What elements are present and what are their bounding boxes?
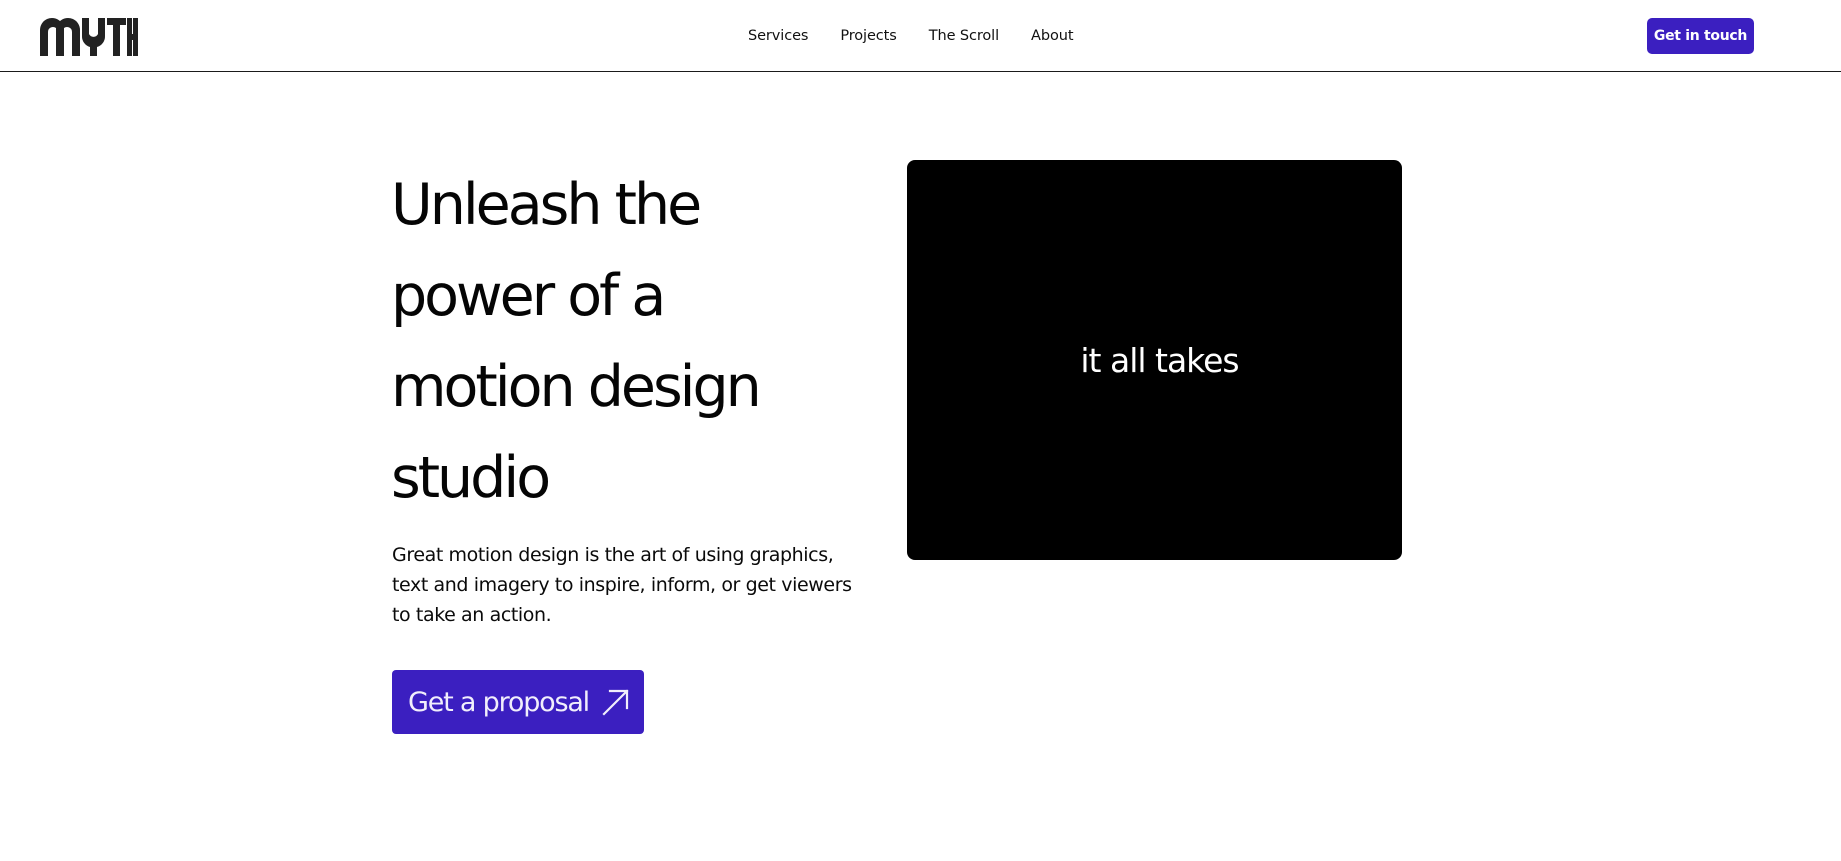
get-in-touch-button[interactable]: Get in touch [1647, 18, 1754, 54]
get-a-proposal-button[interactable]: Get a proposal [392, 670, 644, 734]
nav-item-services[interactable]: Services [748, 28, 808, 44]
hero-description: Great motion design is the art of using … [392, 544, 852, 626]
logo-icon [40, 17, 138, 56]
page: Services Projects The Scroll About Get i… [0, 0, 1841, 861]
main-nav: Services Projects The Scroll About [748, 25, 1074, 47]
hero-title-line: power of a [391, 263, 666, 329]
hero-title-line: motion design [391, 354, 762, 420]
arrow-up-right-icon [602, 689, 629, 716]
nav-item-about[interactable]: About [1031, 28, 1073, 44]
hero-title-line: Unleash the [391, 172, 702, 238]
get-a-proposal-label: Get a proposal [408, 686, 590, 718]
hero-title: Unleash the power of a motion design stu… [391, 160, 861, 524]
logo[interactable] [40, 16, 138, 56]
nav-item-projects[interactable]: Projects [840, 28, 896, 44]
nav-item-the-scroll[interactable]: The Scroll [929, 28, 999, 44]
hero-title-line: studio [391, 445, 551, 511]
video-caption: it all takes [1080, 341, 1239, 380]
site-header: Services Projects The Scroll About Get i… [0, 0, 1841, 72]
video-player[interactable]: it all takes [907, 160, 1402, 560]
